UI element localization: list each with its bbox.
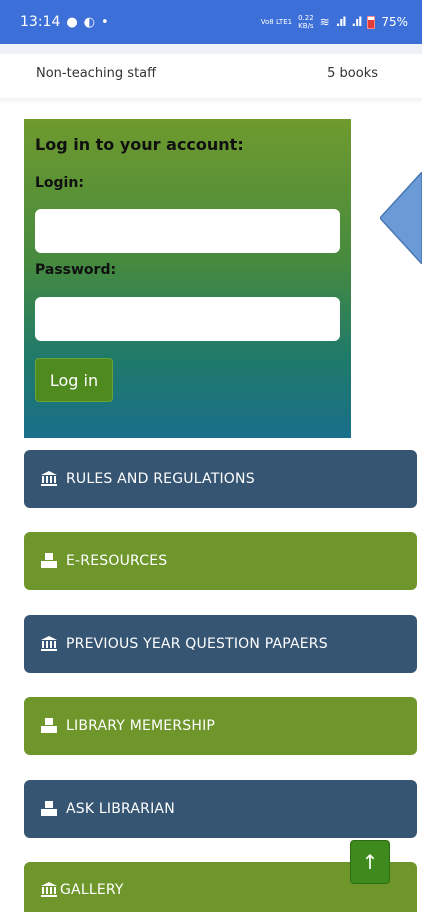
- bank-icon: [41, 636, 57, 651]
- cubes-icon: [41, 801, 57, 816]
- notification-app-icon: ●: [66, 14, 78, 30]
- menu-label: PREVIOUS YEAR QUESTION PAPAERS: [66, 636, 328, 652]
- staff-label: Non-teaching staff: [36, 66, 157, 81]
- menu-label: LIBRARY MEMERSHIP: [66, 718, 216, 734]
- previous-year-question-papers-button[interactable]: PREVIOUS YEAR QUESTION PAPAERS: [24, 615, 417, 673]
- arrow-left-icon: [380, 172, 422, 264]
- e-resources-button[interactable]: E-RESOURCES: [24, 532, 417, 590]
- library-membership-button[interactable]: LIBRARY MEMERSHIP: [24, 697, 417, 755]
- menu-label: GALLERY: [60, 882, 124, 898]
- battery-icon: [367, 15, 376, 29]
- status-left: 13:14 ● ◐ •: [20, 14, 109, 30]
- menu-label: E-RESOURCES: [66, 553, 168, 569]
- menu-label: RULES AND REGULATIONS: [66, 471, 255, 487]
- arrow-up-icon: ↑: [361, 850, 379, 874]
- status-right: Vo8 LTE1 0.22 KB/s ≋ .ıl .ıl 75%: [261, 14, 408, 30]
- login-title: Log in to your account:: [35, 135, 244, 154]
- bank-icon: [41, 471, 57, 486]
- ask-librarian-button[interactable]: ASK LIBRARIAN: [24, 780, 417, 838]
- staff-row: Non-teaching staff 5 books: [36, 66, 378, 81]
- top-strip: [0, 44, 422, 54]
- battery-level: 75%: [381, 15, 408, 29]
- password-input[interactable]: [35, 297, 340, 341]
- login-label: Login:: [35, 175, 84, 191]
- network-speed-unit: KB/s: [298, 22, 314, 30]
- staff-count: 5 books: [327, 66, 378, 81]
- status-time: 13:14: [20, 14, 61, 30]
- network-speed-value: 0.22: [298, 14, 314, 22]
- bank-icon: [41, 882, 57, 897]
- login-input[interactable]: [35, 209, 340, 253]
- network-speed: 0.22 KB/s: [298, 14, 314, 30]
- volte-indicator: Vo8 LTE1: [260, 18, 293, 26]
- signal-2-icon: .ıl: [351, 15, 363, 29]
- cubes-icon: [41, 718, 57, 733]
- scroll-to-top-button[interactable]: ↑: [350, 840, 390, 884]
- login-button[interactable]: Log in: [35, 358, 113, 402]
- login-panel: Log in to your account: Login: Password:…: [24, 119, 351, 438]
- menu-label: ASK LIBRARIAN: [66, 801, 175, 817]
- notification-dot-icon: •: [101, 14, 109, 30]
- cubes-icon: [41, 553, 57, 568]
- wifi-icon: ≋: [319, 15, 330, 29]
- signal-icon: .ıl: [335, 15, 347, 29]
- status-bar: 13:14 ● ◐ • Vo8 LTE1 0.22 KB/s ≋ .ıl .ıl…: [0, 0, 422, 44]
- rules-and-regulations-button[interactable]: RULES AND REGULATIONS: [24, 450, 417, 508]
- notification-leaf-icon: ◐: [83, 14, 96, 30]
- password-label: Password:: [35, 262, 117, 278]
- divider: [0, 98, 422, 104]
